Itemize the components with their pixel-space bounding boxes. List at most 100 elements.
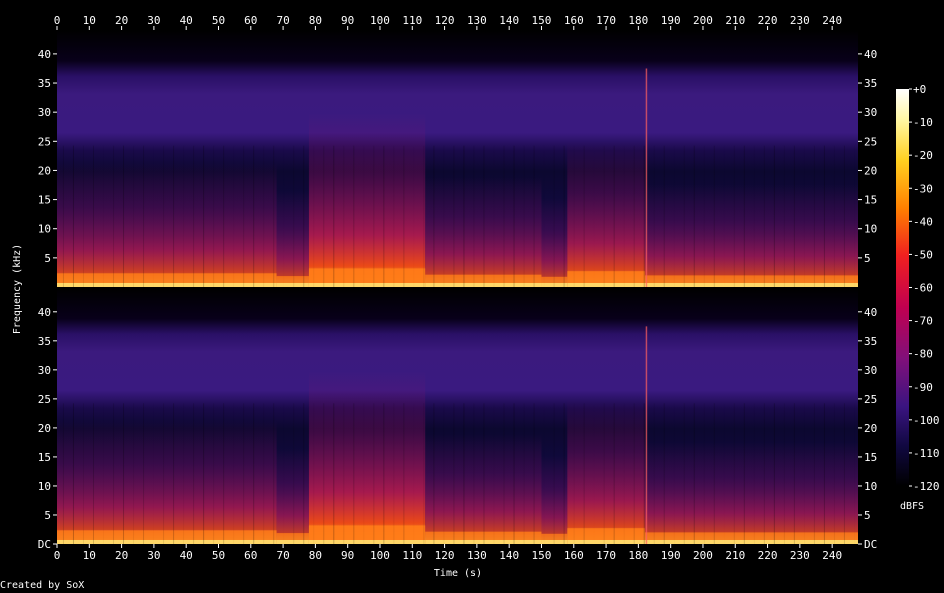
colorbar-tick-label: +0 — [913, 83, 926, 96]
x-tick-label-bottom: 70 — [276, 549, 289, 562]
y-tick-label-left: 10 — [38, 480, 51, 493]
x-tick-label-bottom: 180 — [628, 549, 648, 562]
x-tick-label-bottom: 200 — [693, 549, 713, 562]
x-tick-label-top: 200 — [693, 14, 713, 27]
x-tick-label-top: 240 — [822, 14, 842, 27]
channel-2-segment-5 — [567, 399, 645, 544]
channel-2-segment-2 — [308, 371, 426, 544]
x-tick-label-bottom: 10 — [83, 549, 96, 562]
x-tick-label-bottom: 150 — [532, 549, 552, 562]
y-tick-label-left: 40 — [38, 48, 51, 61]
y-tick-label-left: 15 — [38, 451, 51, 464]
y-tick-label-left: 35 — [38, 77, 51, 90]
x-tick-label-bottom: 220 — [758, 549, 778, 562]
colorbar — [896, 89, 909, 486]
colorbar-unit-label: dBFS — [900, 501, 925, 512]
x-tick-label-bottom: 80 — [309, 549, 322, 562]
y-tick-label-right: 40 — [864, 306, 877, 319]
x-tick-label-top: 130 — [467, 14, 487, 27]
colorbar-tick-label: -30 — [913, 182, 933, 195]
y-axis-title: Frequency (kHz) — [12, 243, 23, 335]
y-tick-label-left: 10 — [38, 223, 51, 236]
x-tick-label-bottom: 120 — [435, 549, 455, 562]
y-tick-label-right: 20 — [864, 422, 877, 435]
y-tick-label-right: 35 — [864, 77, 877, 90]
x-tick-label-top: 20 — [115, 14, 128, 27]
y-tick-label-left: 25 — [38, 393, 51, 406]
colorbar-tick-label: -40 — [913, 215, 933, 228]
x-tick-label-bottom: 160 — [564, 549, 584, 562]
x-tick-label-top: 60 — [244, 14, 257, 27]
x-tick-label-bottom: 240 — [822, 549, 842, 562]
channel-2-segment-6 — [644, 441, 858, 544]
y-tick-label-right: 25 — [864, 393, 877, 406]
x-tick-label-bottom: 40 — [180, 549, 193, 562]
x-tick-label-bottom: 110 — [402, 549, 422, 562]
x-axis-title: Time (s) — [433, 568, 483, 579]
y-tick-label-right: 15 — [864, 194, 877, 207]
x-tick-label-top: 40 — [180, 14, 193, 27]
x-tick-label-bottom: 100 — [370, 549, 390, 562]
x-tick-label-top: 120 — [435, 14, 455, 27]
y-tick-label-right: 30 — [864, 364, 877, 377]
colorbar-tick-label: -10 — [913, 116, 933, 129]
y-tick-label-right: 20 — [864, 164, 877, 177]
x-tick-label-top: 210 — [725, 14, 745, 27]
x-tick-label-top: 180 — [628, 14, 648, 27]
y-tick-label-left: 30 — [38, 364, 51, 377]
x-tick-label-bottom: 210 — [725, 549, 745, 562]
colorbar-tick-label: -20 — [913, 149, 933, 162]
x-tick-label-top: 110 — [402, 14, 422, 27]
x-tick-label-bottom: 130 — [467, 549, 487, 562]
y-tick-label-left: DC — [38, 538, 51, 551]
credit-footer: Created by SoX — [0, 580, 85, 591]
y-tick-label-left: 25 — [38, 135, 51, 148]
colorbar-tick-label: -60 — [913, 282, 933, 295]
x-tick-label-top: 80 — [309, 14, 322, 27]
y-tick-label-left: 5 — [44, 509, 51, 522]
spectrogram-chart: 5 5 10 10 15 15 20 20 25 25 30 30 35 35 40 40 DC DC 5 5 10 10… — [38, 14, 940, 562]
y-tick-label-right: 30 — [864, 106, 877, 119]
y-tick-label-right: DC — [864, 538, 877, 551]
x-tick-label-bottom: 50 — [212, 549, 225, 562]
x-tick-label-top: 150 — [532, 14, 552, 27]
y-tick-label-left: 5 — [44, 252, 51, 265]
y-tick-label-left: 40 — [38, 306, 51, 319]
x-tick-label-top: 160 — [564, 14, 584, 27]
x-tick-label-bottom: 20 — [115, 549, 128, 562]
y-tick-label-right: 10 — [864, 480, 877, 493]
x-tick-label-top: 50 — [212, 14, 225, 27]
y-tick-label-right: 15 — [864, 451, 877, 464]
colorbar-tick-label: -120 — [913, 480, 940, 493]
x-tick-label-bottom: 230 — [790, 549, 810, 562]
y-tick-label-left: 20 — [38, 164, 51, 177]
x-tick-label-top: 220 — [758, 14, 778, 27]
x-tick-label-bottom: 90 — [341, 549, 354, 562]
x-tick-label-bottom: 0 — [54, 549, 61, 562]
x-tick-label-top: 90 — [341, 14, 354, 27]
channel-2-bassline-6 — [644, 540, 858, 544]
x-tick-label-top: 30 — [147, 14, 160, 27]
channel-1-segment-6 — [644, 184, 858, 287]
x-tick-label-top: 230 — [790, 14, 810, 27]
x-tick-label-top: 100 — [370, 14, 390, 27]
y-tick-label-right: 10 — [864, 223, 877, 236]
x-tick-label-top: 190 — [661, 14, 681, 27]
channel-1-segment-2 — [308, 113, 426, 288]
x-tick-label-top: 10 — [83, 14, 96, 27]
channel-1-segment-5 — [567, 141, 645, 287]
channel-1-bassline-5 — [567, 283, 645, 287]
colorbar-tick-label: -70 — [913, 315, 933, 328]
x-tick-label-top: 170 — [596, 14, 616, 27]
y-tick-label-right: 40 — [864, 48, 877, 61]
x-tick-label-top: 70 — [276, 14, 289, 27]
y-tick-label-right: 5 — [864, 509, 871, 522]
colorbar-tick-label: -80 — [913, 348, 933, 361]
y-tick-label-right: 5 — [864, 252, 871, 265]
channel-1-bassline-2 — [308, 283, 426, 287]
y-tick-label-left: 15 — [38, 194, 51, 207]
x-tick-label-bottom: 140 — [499, 549, 519, 562]
colorbar-tick-label: -110 — [913, 447, 940, 460]
channel-2-bassline-2 — [308, 540, 426, 544]
colorbar-tick-label: -100 — [913, 414, 940, 427]
